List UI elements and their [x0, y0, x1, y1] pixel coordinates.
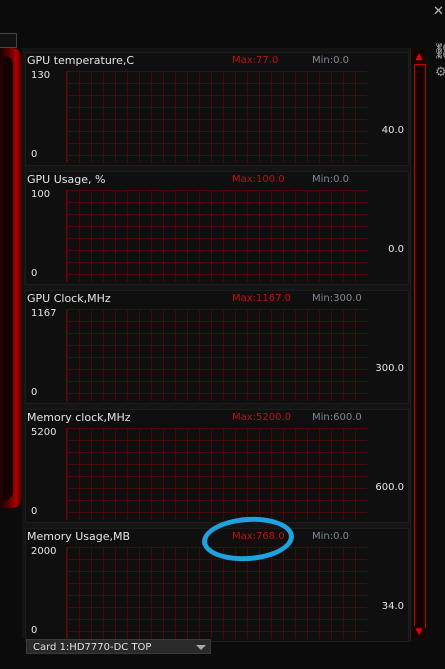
graph-grid [66, 190, 367, 282]
graph-gpu-usage: GPU Usage, % Max:100.0 Min:0.0 100 0 0.0 [25, 171, 409, 285]
graph-max: Max:100.0 [232, 174, 285, 185]
graph-title: GPU Usage, % [27, 173, 106, 186]
graph-max: Max:5200.0 [232, 412, 292, 423]
card-select-value: Card 1:HD7770-DC TOP [33, 642, 152, 653]
graph-min: Min:300.0 [312, 293, 362, 304]
gear-icon[interactable]: ⚙ [435, 65, 445, 80]
chevron-down-icon[interactable] [196, 645, 206, 650]
scroll-track[interactable] [414, 64, 426, 628]
graph-gpu-clock: GPU Clock,MHz Max:1167.0 Min:300.0 1167 … [25, 290, 409, 404]
scroll-up-button[interactable]: ▲ [413, 51, 425, 63]
graph-current-value: 0.0 [388, 244, 404, 255]
graph-scale-top: 100 [31, 189, 51, 200]
graph-min: Min:0.0 [312, 174, 350, 185]
graph-current-value: 300.0 [375, 363, 404, 374]
background-app-frame [0, 48, 22, 508]
graph-scale-zero: 0 [31, 387, 38, 398]
graph-current-value: 40.0 [381, 125, 404, 136]
graph-title: Memory Usage,MB [27, 530, 131, 543]
close-icon[interactable]: ✕ [433, 4, 444, 19]
scrollbar[interactable]: ▲ ▼ [410, 48, 427, 642]
graph-max: Max:77.0 [232, 55, 279, 66]
graph-min: Min:0.0 [312, 55, 350, 66]
graph-grid [66, 309, 367, 401]
card-select[interactable]: Card 1:HD7770-DC TOP [26, 639, 211, 654]
graph-memory-clock: Memory clock,MHz Max:5200.0 Min:600.0 52… [25, 409, 409, 523]
graph-current-value: 34.0 [381, 601, 404, 612]
graph-title: GPU Clock,MHz [27, 292, 111, 305]
graph-scale-zero: 0 [31, 149, 38, 160]
graph-scale-top: 5200 [31, 427, 57, 438]
graph-current-value: 600.0 [375, 482, 404, 493]
graph-scale-top: 1167 [31, 308, 57, 319]
graph-grid [66, 547, 367, 639]
graph-title: Memory clock,MHz [27, 411, 131, 424]
graph-scale-top: 130 [31, 70, 51, 81]
graph-gpu-temperature: GPU temperature,C Max:77.0 Min:0.0 130 0… [25, 52, 409, 166]
background-window-field [0, 33, 17, 48]
graph-title: GPU temperature,C [27, 54, 135, 67]
graph-scale-zero: 0 [31, 506, 38, 517]
scroll-down-button[interactable]: ▼ [413, 626, 425, 638]
graph-grid [66, 71, 367, 163]
graph-scale-zero: 0 [31, 625, 38, 636]
graph-scale-zero: 0 [31, 268, 38, 279]
graph-min: Min:600.0 [312, 412, 362, 423]
graph-grid [66, 428, 367, 520]
graph-scale-top: 2000 [31, 546, 57, 557]
graph-min: Min:0.0 [312, 531, 350, 542]
graph-max: Max:1167.0 [232, 293, 292, 304]
link-icon[interactable]: ⛓ [433, 42, 445, 60]
